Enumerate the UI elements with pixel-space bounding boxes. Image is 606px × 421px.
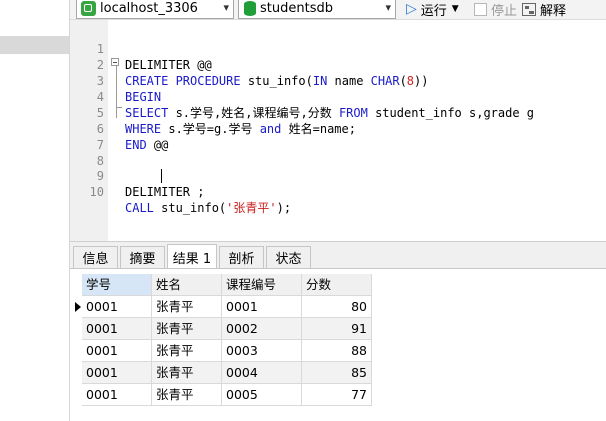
table-cell[interactable]: 张青平 — [152, 340, 222, 362]
table-cell[interactable]: 0001 — [82, 340, 152, 362]
database-icon — [244, 0, 256, 16]
table-row[interactable]: 0001 张青平 0004 85 — [70, 362, 606, 384]
table-cell[interactable]: 张青平 — [152, 362, 222, 384]
column-header[interactable]: 姓名 — [152, 274, 222, 296]
stop-label: 停止 — [491, 3, 518, 19]
database-name: studentsdb — [260, 0, 333, 16]
table-cell[interactable]: 0001 — [82, 362, 152, 384]
table-cell[interactable]: 0001 — [82, 318, 152, 340]
table-cell[interactable]: 0001 — [222, 296, 302, 318]
row-indicator — [70, 362, 82, 384]
table-cell[interactable]: 91 — [302, 318, 372, 340]
table-cell[interactable]: 88 — [302, 340, 372, 362]
run-dropdown-icon[interactable]: ▼ — [452, 4, 459, 14]
chevron-down-icon: ▾ — [385, 1, 391, 14]
table-row[interactable]: 0001 张青平 0003 88 — [70, 340, 606, 362]
code-text: CALL stu_info('张青平'); — [125, 201, 292, 215]
database-select[interactable]: studentsdb ▾ — [238, 0, 396, 19]
chevron-down-icon: ▾ — [223, 1, 229, 14]
code-line: 7 — [70, 121, 606, 152]
code-line: 8 — [70, 137, 606, 168]
table-cell[interactable]: 77 — [302, 384, 372, 406]
code-line: 6 END @@ — [70, 105, 606, 152]
connection-name: localhost_3306 — [100, 0, 198, 16]
row-indicator — [70, 340, 82, 362]
table-cell[interactable]: 张青平 — [152, 296, 222, 318]
explain-icon — [522, 2, 536, 16]
table-cell[interactable]: 0005 — [222, 384, 302, 406]
query-toolbar: localhost_3306 ▾ studentsdb ▾ ▷ 运行 ▼ 停止 … — [70, 0, 606, 20]
table-cell[interactable]: 0002 — [222, 318, 302, 340]
code-line: 1 DELIMITER @@ — [70, 25, 606, 72]
navigation-panel[interactable] — [0, 0, 70, 421]
column-header[interactable]: 课程编号 — [222, 274, 302, 296]
tab-info[interactable]: 信息 — [73, 246, 118, 268]
table-row[interactable]: 0001 张青平 0002 91 — [70, 318, 606, 340]
table-row[interactable]: 0001 张青平 0001 80 — [70, 296, 606, 318]
code-line: 2 CREATE PROCEDURE stu_info(IN name CHAR… — [70, 41, 606, 88]
code-line: 9 DELIMITER ; — [70, 152, 606, 199]
table-cell[interactable]: 85 — [302, 362, 372, 384]
row-indicator — [70, 296, 82, 318]
stop-checkbox[interactable] — [474, 2, 487, 16]
explain-label: 解释 — [540, 3, 567, 19]
sql-editor[interactable]: 1 DELIMITER @@ 2 CREATE PROCEDURE stu_in… — [70, 20, 606, 242]
text-cursor — [161, 169, 162, 183]
table-cell[interactable]: 0003 — [222, 340, 302, 362]
code-text: DELIMITER ; — [125, 185, 205, 199]
table-cell[interactable]: 0001 — [82, 296, 152, 318]
column-header[interactable]: 学号 — [82, 274, 152, 296]
tab-profile[interactable]: 剖析 — [219, 246, 264, 268]
table-cell[interactable]: 80 — [302, 296, 372, 318]
table-cell[interactable]: 0001 — [82, 384, 152, 406]
connection-select[interactable]: localhost_3306 ▾ — [76, 0, 234, 19]
column-header[interactable]: 分数 — [302, 274, 372, 296]
tab-status[interactable]: 状态 — [266, 246, 311, 268]
row-indicator-column — [70, 274, 82, 296]
tab-summary[interactable]: 摘要 — [120, 246, 165, 268]
code-line: 10 CALL stu_info('张青平'); — [70, 168, 606, 215]
row-indicator — [70, 384, 82, 406]
code-line: 4 SELECT s.学号,姓名,课程编号,分数 FROM student_in… — [70, 73, 606, 120]
explain-button[interactable]: 解释 — [522, 0, 567, 19]
code-line: 5 WHERE s.学号=g.学号 and 姓名=name; — [70, 89, 606, 136]
run-button[interactable]: ▷ 运行 ▼ — [406, 0, 459, 19]
row-pointer-icon — [75, 302, 81, 312]
grid-header-row: 学号 姓名 课程编号 分数 — [70, 274, 606, 296]
tab-result-1[interactable]: 结果 1 — [167, 244, 217, 269]
result-tabs: 信息 摘要 结果 1 剖析 状态 — [70, 244, 606, 269]
code-line: 3 BEGIN — [70, 57, 606, 104]
table-cell[interactable]: 0004 — [222, 362, 302, 384]
run-label: 运行 — [420, 3, 447, 19]
table-cell[interactable]: 张青平 — [152, 384, 222, 406]
connection-icon — [81, 0, 96, 16]
stop-button[interactable]: 停止 — [474, 0, 518, 19]
selected-nav-item[interactable] — [0, 36, 69, 54]
table-row[interactable]: 0001 张青平 0005 77 — [70, 384, 606, 406]
line-number: 10 — [89, 185, 104, 199]
result-grid[interactable]: 学号 姓名 课程编号 分数 0001 张青平 0001 80 0001 张青平 … — [70, 268, 606, 421]
play-triangle-icon: ▷ — [406, 1, 417, 17]
row-indicator — [70, 318, 82, 340]
table-cell[interactable]: 张青平 — [152, 318, 222, 340]
